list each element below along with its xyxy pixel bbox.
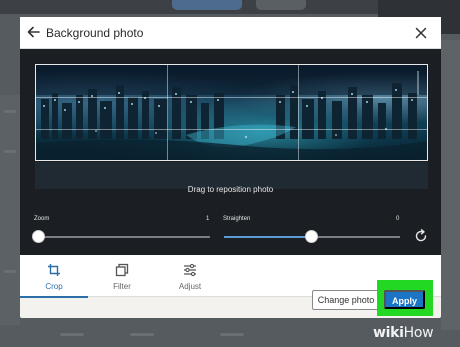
adjust-icon bbox=[184, 263, 196, 277]
dialog-header: Background photo bbox=[20, 17, 441, 49]
back-arrow-icon[interactable] bbox=[26, 24, 42, 40]
straighten-slider-fill bbox=[224, 236, 312, 238]
watermark-wiki: wiki bbox=[373, 325, 404, 341]
backdrop-text bbox=[4, 110, 16, 113]
crop-gridline bbox=[167, 65, 168, 160]
city-skyline-image bbox=[36, 65, 427, 160]
backdrop-card bbox=[0, 95, 20, 325]
tab-crop-label: Crop bbox=[45, 282, 63, 291]
change-photo-button[interactable]: Change photo bbox=[312, 290, 380, 310]
tab-filter[interactable]: Filter bbox=[88, 255, 156, 297]
backdrop-text bbox=[4, 270, 16, 273]
crop-icon bbox=[48, 264, 60, 276]
straighten-label: Straighten bbox=[223, 216, 251, 222]
tab-crop[interactable]: Crop bbox=[20, 255, 88, 298]
backdrop-button bbox=[172, 0, 242, 10]
crop-gridline bbox=[36, 97, 427, 98]
backdrop-button bbox=[256, 0, 306, 10]
backdrop-text bbox=[4, 150, 16, 153]
backdrop-text bbox=[60, 333, 84, 336]
zoom-slider-track[interactable] bbox=[38, 236, 210, 238]
drag-hint: Drag to reposition photo bbox=[187, 185, 274, 194]
straighten-slider-thumb[interactable] bbox=[305, 230, 318, 243]
tab-adjust[interactable]: Adjust bbox=[156, 255, 224, 297]
backdrop-text bbox=[130, 333, 154, 336]
crop-frame[interactable] bbox=[35, 64, 428, 161]
backdrop-text bbox=[220, 333, 244, 336]
dialog-title: Background photo bbox=[46, 26, 144, 40]
close-icon[interactable] bbox=[413, 25, 429, 41]
crop-gridline bbox=[298, 65, 299, 160]
straighten-value: 0 bbox=[396, 216, 400, 222]
zoom-slider-thumb[interactable] bbox=[32, 230, 45, 243]
filter-icon bbox=[115, 263, 129, 277]
tab-adjust-label: Adjust bbox=[178, 282, 202, 291]
zoom-label: Zoom bbox=[34, 216, 50, 222]
tab-filter-label: Filter bbox=[113, 282, 131, 291]
zoom-value: 1 bbox=[206, 216, 210, 222]
wikihow-watermark: wikiHow bbox=[373, 325, 434, 341]
background-photo-dialog: Background photo Drag to reposition phot… bbox=[20, 17, 441, 318]
apply-button[interactable]: Apply bbox=[384, 290, 425, 309]
watermark-how: How bbox=[403, 325, 434, 341]
photo-editor: Drag to reposition photo Zoom 1 Straight… bbox=[20, 49, 441, 255]
crop-gridline bbox=[36, 129, 427, 130]
rotate-reset-icon[interactable] bbox=[413, 228, 429, 244]
backdrop-card bbox=[441, 40, 460, 330]
